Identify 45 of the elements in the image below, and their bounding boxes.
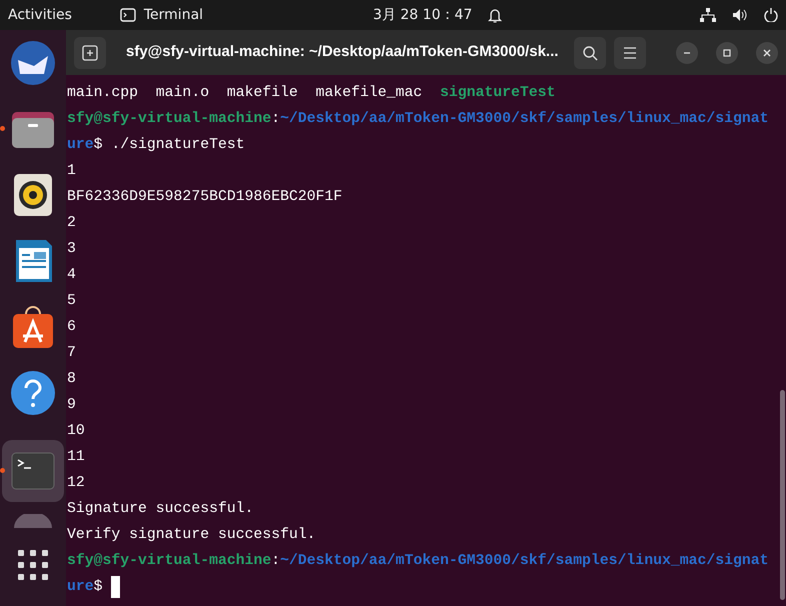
- terminal-line: 11: [67, 448, 85, 467]
- terminal-line: 12: [67, 474, 85, 493]
- close-icon: [761, 46, 773, 58]
- terminal-line: 9: [67, 396, 76, 415]
- terminal-line: ure$: [67, 578, 104, 597]
- terminal-line: BF62336D9E598275BCD1986EBC20F1F: [67, 188, 342, 207]
- search-icon: [582, 44, 598, 60]
- search-button[interactable]: [574, 36, 606, 68]
- terminal-line: sfy@sfy-virtual-machine:~/Desktop/aa/mToken-GM3000/skf/samples/linux_mac/signat: [67, 552, 769, 571]
- clock[interactable]: 3月 28 10：47: [373, 4, 472, 26]
- window-title: sfy@sfy-virtual-machine: ~/Desktop/aa/mToken-GM3000/sk...: [126, 42, 560, 62]
- minimize-button[interactable]: [676, 42, 698, 64]
- bell-icon[interactable]: [488, 7, 502, 23]
- menu-icon: [623, 46, 637, 58]
- shopping-bag-icon[interactable]: [10, 304, 56, 350]
- terminal-line: 10: [67, 422, 85, 441]
- mail-icon[interactable]: [10, 40, 56, 86]
- maximize-icon: [721, 46, 733, 58]
- terminal-line: 6: [67, 318, 76, 337]
- terminal-line: Signature successful.: [67, 500, 254, 519]
- terminal-line: main.cpp main.o makefile makefile_mac signatureTest: [67, 84, 556, 103]
- power-icon[interactable]: [764, 8, 778, 22]
- terminal-line: 5: [67, 292, 76, 311]
- terminal-line: 8: [67, 370, 76, 389]
- activities-button[interactable]: Activities: [8, 4, 72, 26]
- volume-icon[interactable]: [732, 8, 748, 22]
- close-button[interactable]: [756, 42, 778, 64]
- app-grid-icon[interactable]: [18, 550, 48, 580]
- menu-button[interactable]: [614, 36, 646, 68]
- scrollbar-thumb[interactable]: [780, 390, 785, 600]
- terminal-line: sfy@sfy-virtual-machine:~/Desktop/aa/mToken-GM3000/skf/samples/linux_mac/signat: [67, 110, 769, 129]
- terminal-icon: [120, 8, 136, 22]
- app-menu-label[interactable]: Terminal: [144, 4, 204, 26]
- terminal-line: 7: [67, 344, 76, 363]
- terminal-line: 4: [67, 266, 76, 285]
- terminal-line: ure$ ./signatureTest: [67, 136, 245, 155]
- terminal-line: 2: [67, 214, 76, 233]
- terminal-line: Verify signature successful.: [67, 526, 316, 545]
- question-mark-icon[interactable]: [10, 370, 56, 416]
- new-tab-button[interactable]: [74, 36, 106, 68]
- new-tab-icon: [82, 44, 98, 60]
- network-icon[interactable]: [700, 8, 716, 22]
- terminal-line: 1: [67, 162, 76, 181]
- terminal-line: 3: [67, 240, 76, 259]
- maximize-button[interactable]: [716, 42, 738, 64]
